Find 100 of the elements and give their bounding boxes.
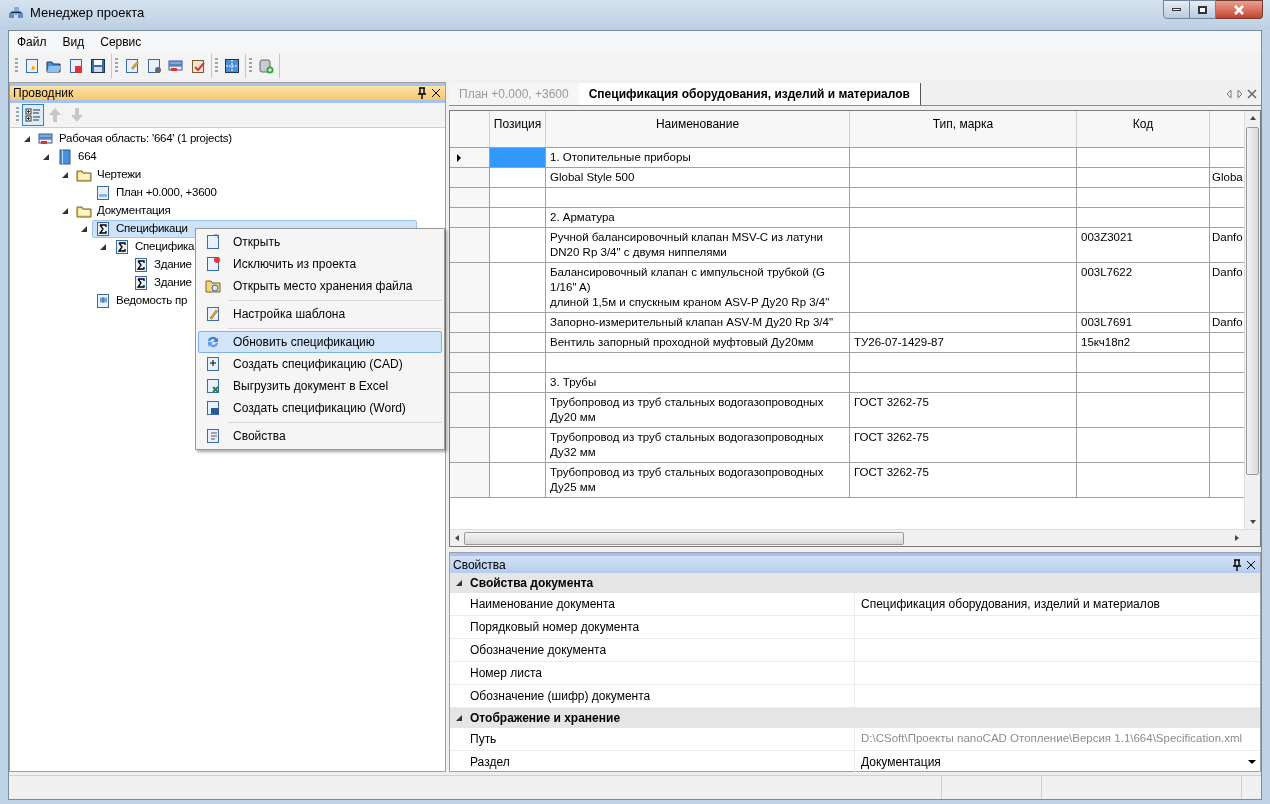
toolbar-grip[interactable] [16,107,19,123]
row-header[interactable] [450,263,490,312]
toolbar-grip[interactable] [215,58,218,74]
table-cell: 3. Трубы [546,373,850,392]
toolbar-grip[interactable] [115,58,118,74]
close-icon[interactable] [1245,558,1257,571]
toolbar-grip[interactable] [15,58,18,74]
menu-item[interactable]: Открыть [198,231,442,253]
expanded-arrow-icon[interactable] [80,225,88,233]
property-name: Обозначение (шифр) документа [470,688,651,705]
pencil-document-icon [205,306,221,322]
minimize-button[interactable] [1163,0,1190,19]
row-header[interactable] [450,333,490,352]
maximize-button[interactable] [1190,0,1216,19]
table-cell: 003L7691 [1077,313,1210,332]
scrollbar-thumb[interactable] [464,531,904,545]
row-header[interactable] [450,393,490,427]
property-name: Путь [470,731,497,748]
property-name: Наименование документа [470,596,616,613]
toolbar-grip[interactable] [249,58,252,74]
column-header[interactable]: Тип, марка [850,111,1077,147]
row-header[interactable] [450,228,490,262]
pin-icon[interactable] [1231,558,1243,571]
expanded-arrow-icon[interactable] [61,171,69,179]
property-name: Обозначение документа [470,642,607,659]
menu-item[interactable]: Сервис [92,33,150,51]
tree-item[interactable]: Специфика [111,238,199,256]
folder-icon [76,167,92,183]
tree-item[interactable]: Здание [130,274,196,292]
property-value[interactable]: Спецификация оборудования, изделий и материалов [855,593,1260,615]
row-header[interactable] [450,208,490,227]
tree-item[interactable]: Рабочая область: '664' (1 projects) [35,130,236,148]
tree-item[interactable]: План +0.000, +3600 [92,184,221,202]
vertical-scrollbar[interactable] [1244,111,1260,529]
scroll-left-icon[interactable] [1225,89,1233,99]
menu-item[interactable]: Вид [54,33,93,51]
row-header[interactable] [450,168,490,187]
column-header[interactable]: Код [1077,111,1210,147]
app-icon [8,5,24,21]
menu-item[interactable]: Создать спецификацию (Word) [198,397,442,419]
row-header[interactable] [450,148,490,167]
menu-item[interactable]: Настройка шаблона [198,303,442,325]
word-document-icon [205,400,221,416]
tree-view-icon[interactable] [22,104,44,126]
expanded-arrow-icon[interactable] [99,243,107,251]
table-cell: Запорно-измерительный клапан ASV-M Ду20 Rp 3/4" [546,313,850,332]
menu-item[interactable]: Открыть место хранения файла [198,275,442,297]
row-header[interactable] [450,188,490,207]
table-document-icon [95,293,111,309]
menu-item[interactable]: Обновить спецификацию [198,331,442,353]
property-name: Номер листа [470,665,542,682]
property-dropdown[interactable]: Документация [855,751,1260,773]
expanded-arrow-icon[interactable] [455,714,463,722]
column-header[interactable]: Наименование [546,111,850,147]
property-name: Порядковый номер документа [470,619,640,636]
stack-icon [38,131,54,147]
horizontal-scrollbar[interactable] [450,529,1260,546]
scroll-right-icon[interactable] [1236,89,1244,99]
table-cell: ГОСТ 3262-75 [850,428,1077,462]
menu-item[interactable]: Свойства [198,425,442,447]
expanded-arrow-icon[interactable] [455,579,463,587]
scrollbar-thumb[interactable] [1246,127,1259,475]
category-title: Отображение и хранение [470,710,621,727]
close-icon [1233,4,1245,15]
table-cell-text: Danfo [1211,315,1244,330]
table-cell-text: Globa [1211,170,1244,185]
expanded-arrow-icon[interactable] [42,153,50,161]
menu-item[interactable]: Создать спецификацию (CAD) [198,353,442,375]
document-icon [95,185,111,201]
row-header[interactable] [450,353,490,372]
folder-search-icon [205,278,221,294]
document-tab[interactable]: Спецификация оборудования, изделий и материалов [578,83,921,105]
menu-item[interactable]: Исключить из проекта [198,253,442,275]
tree-item[interactable]: 664 [54,148,101,166]
table-cell-text: Danfo [1211,230,1244,245]
tree-item[interactable]: Документация [73,202,175,220]
row-header[interactable] [450,463,490,497]
document-icon [205,234,221,250]
row-header[interactable] [450,313,490,332]
menu-item[interactable]: Файл [9,33,55,51]
expanded-arrow-icon[interactable] [23,135,31,143]
close-icon[interactable] [430,87,442,99]
row-header[interactable] [450,373,490,392]
tree-item[interactable]: Чертежи [73,166,145,184]
category-title: Свойства документа [470,575,594,592]
tree-item[interactable]: Ведомость пр [92,292,192,310]
pin-icon[interactable] [416,87,428,99]
close-button[interactable] [1216,0,1263,19]
excel-document-icon [205,378,221,394]
sigma-document-icon [133,257,149,273]
expanded-arrow-icon[interactable] [61,207,69,215]
sigma-document-icon [95,221,111,237]
position-cell[interactable] [490,148,546,167]
column-header[interactable]: Позиция [490,111,546,147]
table-cell-text: Danfo [1211,265,1244,280]
row-header[interactable] [450,428,490,462]
menu-item[interactable]: Выгрузить документ в Excel [198,375,442,397]
panel-title: Свойства [453,556,506,574]
tree-item[interactable]: Здание [130,256,196,274]
document-remove-icon [205,256,221,272]
